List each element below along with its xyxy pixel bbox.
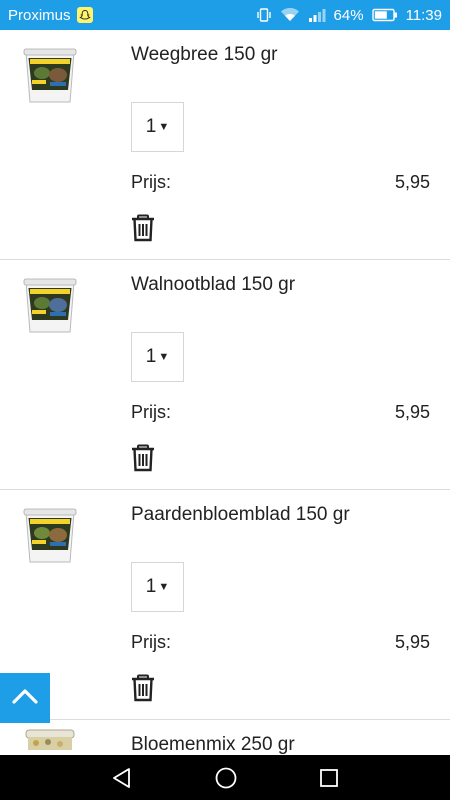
- product-bucket-icon[interactable]: [20, 274, 80, 336]
- quantity-select[interactable]: 1 ▼: [131, 102, 184, 152]
- cart-list[interactable]: Weegbree 150 gr 1 ▼ Prijs: 5,95 Walnootb…: [0, 30, 450, 755]
- home-icon[interactable]: [214, 766, 238, 790]
- caret-down-icon: ▼: [158, 581, 170, 593]
- signal-icon: [308, 7, 326, 23]
- cart-item: Bloemenmix 250 gr: [0, 720, 450, 755]
- status-bar: Proximus 64% 11:39: [0, 0, 450, 30]
- scroll-to-top-button[interactable]: [0, 673, 50, 723]
- product-bucket-icon[interactable]: [20, 504, 80, 566]
- cart-item: Paardenbloemblad 150 gr 1 ▼ Prijs: 5,95: [0, 490, 450, 720]
- wifi-icon: [280, 7, 300, 23]
- cart-item: Weegbree 150 gr 1 ▼ Prijs: 5,95: [0, 30, 450, 260]
- caret-down-icon: ▼: [158, 121, 170, 133]
- quantity-value: 1: [145, 116, 157, 137]
- product-name[interactable]: Paardenbloemblad 150 gr: [131, 504, 350, 526]
- quantity-select[interactable]: 1 ▼: [131, 562, 184, 612]
- back-icon[interactable]: [111, 767, 133, 789]
- quantity-value: 1: [145, 576, 157, 597]
- trash-icon[interactable]: [131, 214, 155, 242]
- vibrate-icon: [256, 7, 272, 23]
- price-label: Prijs:: [131, 632, 171, 652]
- chevron-up-icon: [12, 688, 38, 709]
- recents-icon[interactable]: [319, 768, 339, 788]
- battery-percent: 64%: [333, 6, 364, 24]
- product-name[interactable]: Weegbree 150 gr: [131, 44, 277, 66]
- caret-down-icon: ▼: [158, 351, 170, 363]
- quantity-select[interactable]: 1 ▼: [131, 332, 184, 382]
- price-value: 5,95: [394, 632, 430, 652]
- navigation-bar: [0, 755, 450, 800]
- carrier-name: Proximus: [8, 6, 71, 24]
- product-name[interactable]: Bloemenmix 250 gr: [131, 734, 295, 755]
- battery-icon: [371, 8, 398, 22]
- trash-icon[interactable]: [131, 444, 155, 472]
- snapchat-notification-icon: [76, 7, 93, 23]
- quantity-value: 1: [145, 346, 157, 367]
- cart-item: Walnootblad 150 gr 1 ▼ Prijs: 5,95: [0, 260, 450, 490]
- price-label: Prijs:: [131, 402, 171, 422]
- trash-icon[interactable]: [131, 674, 155, 702]
- price-label: Prijs:: [131, 172, 171, 192]
- product-name[interactable]: Walnootblad 150 gr: [131, 274, 295, 296]
- product-jar-icon[interactable]: [22, 728, 78, 750]
- clock: 11:39: [405, 6, 442, 24]
- price-value: 5,95: [394, 172, 430, 192]
- product-bucket-icon[interactable]: [20, 44, 80, 106]
- price-value: 5,95: [394, 402, 430, 422]
